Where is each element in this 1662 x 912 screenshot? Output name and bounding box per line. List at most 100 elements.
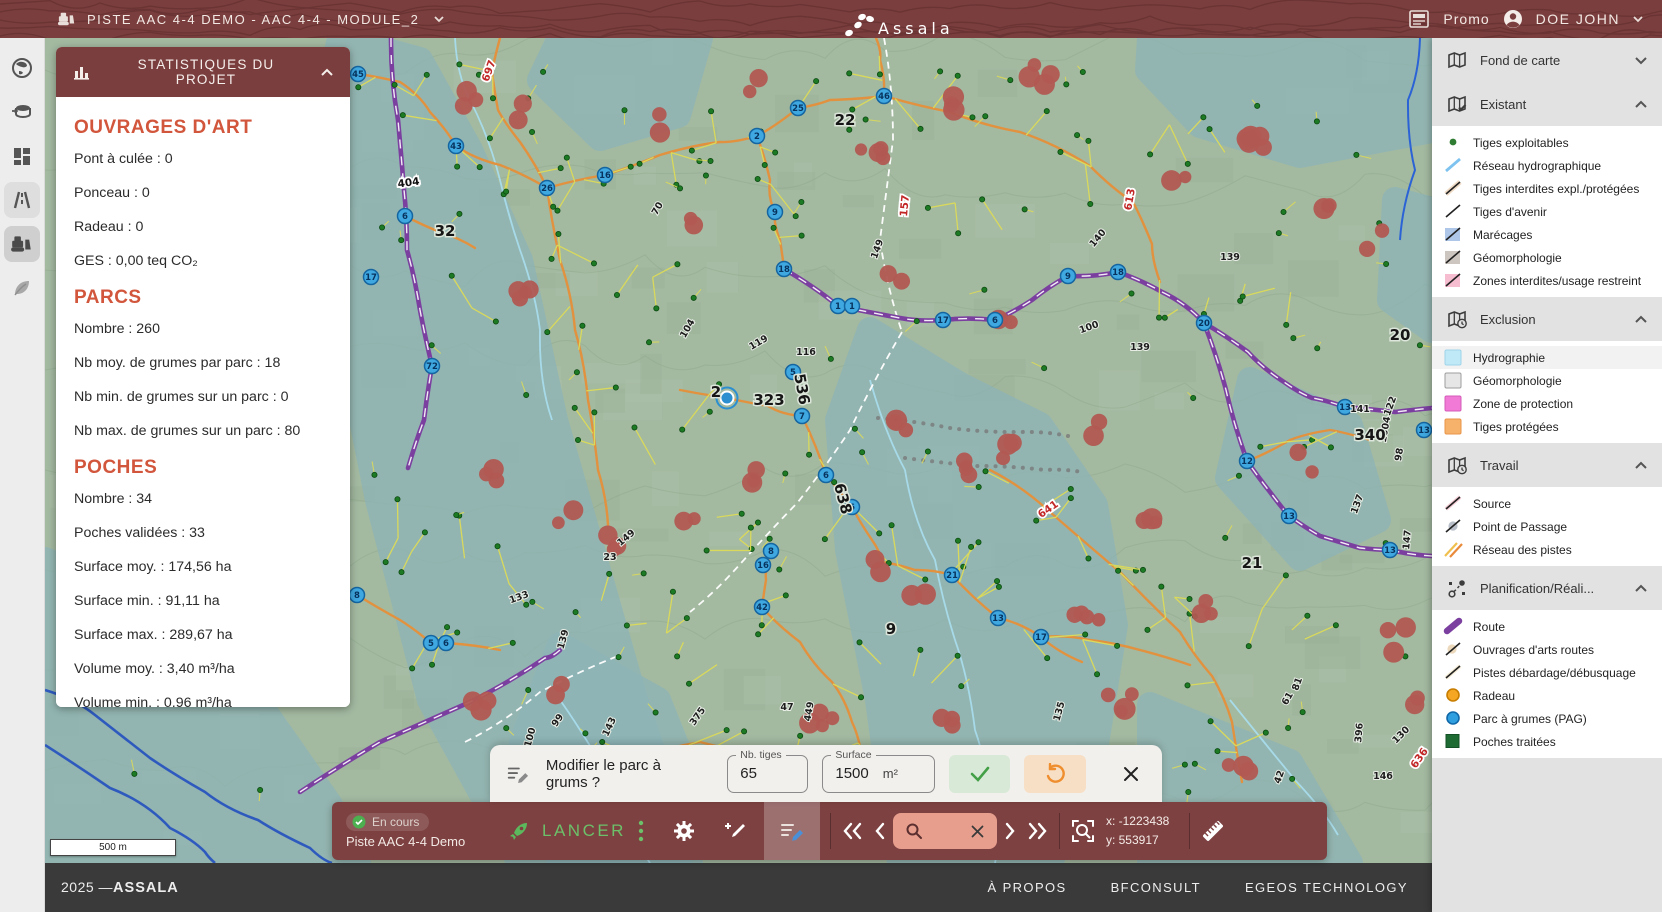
promo-news-icon[interactable] xyxy=(1407,8,1431,30)
parc-marker[interactable]: 1 xyxy=(831,299,846,314)
legend-item[interactable]: Hydrographie xyxy=(1432,346,1662,369)
stat-line: Poches validées : 33 xyxy=(74,525,332,541)
legend-item[interactable]: Radeau xyxy=(1432,684,1662,707)
dashboard-module-button[interactable] xyxy=(4,138,40,174)
parc-marker[interactable]: 20 xyxy=(1197,316,1212,331)
legend-group-existant[interactable]: Existant xyxy=(1432,82,1662,126)
legend-item[interactable]: Marécages xyxy=(1432,223,1662,246)
legend-group-exclusion[interactable]: Exclusion xyxy=(1432,297,1662,341)
footer-brand: ASSALA xyxy=(113,880,179,896)
parc-marker[interactable]: 9 xyxy=(768,205,783,220)
parc-marker[interactable]: 6 xyxy=(439,636,454,651)
parc-marker[interactable]: 6 xyxy=(819,468,834,483)
legend-item[interactable]: Géomorphologie xyxy=(1432,369,1662,392)
prev-item-button[interactable] xyxy=(873,822,885,840)
surface-field[interactable]: Surface 1500 m² xyxy=(822,755,934,793)
measure-button[interactable] xyxy=(1200,818,1226,844)
confirm-button[interactable] xyxy=(949,755,1011,793)
close-dialog-button[interactable] xyxy=(1116,764,1146,784)
parc-marker[interactable]: 12 xyxy=(1240,454,1255,469)
legend-item[interactable]: Tiges d'avenir xyxy=(1432,200,1662,223)
legend-group-planif[interactable]: Planification/Réali... xyxy=(1432,566,1662,610)
parc-marker[interactable]: 16 xyxy=(756,558,771,573)
parc-marker[interactable]: 8 xyxy=(764,544,779,559)
road-module-button[interactable] xyxy=(4,182,40,218)
svg-text:43: 43 xyxy=(450,142,462,152)
legend-item[interactable]: Parc à grumes (PAG) xyxy=(1432,707,1662,730)
parc-marker[interactable]: 7 xyxy=(795,409,810,424)
legend-group-fond[interactable]: Fond de carte xyxy=(1432,38,1662,82)
world-module-button[interactable] xyxy=(4,50,40,86)
launch-button[interactable]: LANCER xyxy=(508,820,626,842)
legend-item[interactable]: Route xyxy=(1432,615,1662,638)
legend-item[interactable]: Source xyxy=(1432,492,1662,515)
last-item-button[interactable] xyxy=(1027,822,1049,840)
parc-marker[interactable]: 46 xyxy=(877,89,892,104)
parc-marker[interactable]: 72 xyxy=(425,359,440,374)
legend-item[interactable]: Réseau hydrographique xyxy=(1432,154,1662,177)
parc-marker[interactable]: 9 xyxy=(1061,269,1076,284)
parc-marker[interactable]: 42 xyxy=(755,600,770,615)
tige-number-label: 147 xyxy=(1401,529,1414,550)
legend-item[interactable]: Poches traitées xyxy=(1432,730,1662,753)
footer-link[interactable]: BFCONSULT xyxy=(1111,880,1201,895)
legend-item[interactable]: Tiges exploitables xyxy=(1432,131,1662,154)
legend-item[interactable]: Tiges interdites expl./protégées xyxy=(1432,177,1662,200)
user-menu-chevron-icon[interactable] xyxy=(1632,15,1644,23)
parc-marker[interactable]: 13 xyxy=(1383,543,1398,558)
parc-marker[interactable]: 16 xyxy=(598,168,613,183)
zoom-selection-icon xyxy=(1070,818,1096,844)
zoom-to-feature-button[interactable] xyxy=(1070,818,1096,844)
edit-tool-active-button[interactable] xyxy=(764,802,820,860)
parc-marker[interactable]: 21 xyxy=(945,568,960,583)
parc-marker[interactable]: 6 xyxy=(398,209,413,224)
parc-marker[interactable]: 5 xyxy=(424,636,439,651)
parc-marker[interactable]: 2 xyxy=(750,129,765,144)
parc-marker[interactable]: 25 xyxy=(791,101,806,116)
parc-marker[interactable]: 6 xyxy=(988,313,1003,328)
first-item-button[interactable] xyxy=(841,822,863,840)
legend-item[interactable]: Tiges protégées xyxy=(1432,415,1662,438)
legend-item[interactable]: Zone de protection xyxy=(1432,392,1662,415)
legend-item[interactable]: Réseau des pistes xyxy=(1432,538,1662,561)
svg-text:8: 8 xyxy=(354,591,360,601)
project-selector[interactable]: PISTE AAC 4-4 DEMO - AAC 4-4 - MODULE_2 xyxy=(57,10,445,28)
stats-panel-header[interactable]: STATISTIQUES DU PROJET xyxy=(56,47,350,97)
legend-item[interactable]: Point de Passage xyxy=(1432,515,1662,538)
svg-text:16: 16 xyxy=(599,171,611,181)
parc-marker[interactable]: 13 xyxy=(1282,509,1297,524)
parc-marker[interactable]: 13 xyxy=(1417,423,1432,438)
legend-item[interactable]: Géomorphologie xyxy=(1432,246,1662,269)
legend-item[interactable]: Ouvrages d'arts routes xyxy=(1432,638,1662,661)
data-module-button[interactable] xyxy=(4,94,40,130)
more-options-button[interactable] xyxy=(638,820,644,842)
footer-link[interactable]: À PROPOS xyxy=(987,880,1066,895)
parc-marker[interactable]: 8 xyxy=(350,588,365,603)
legend-group-travail[interactable]: Travail xyxy=(1432,443,1662,487)
parc-marker[interactable]: 45 xyxy=(351,67,366,82)
parc-marker[interactable]: 43 xyxy=(449,139,464,154)
legend-item[interactable]: Pistes débardage/débusquage xyxy=(1432,661,1662,684)
leaf-module-button[interactable] xyxy=(4,270,40,306)
legend-item-label: Réseau hydrographique xyxy=(1473,159,1601,173)
nb-tiges-field[interactable]: Nb. tiges 65 xyxy=(727,755,808,793)
bulldozer-module-button[interactable] xyxy=(4,226,40,262)
parc-marker[interactable]: 17 xyxy=(936,313,951,328)
magic-edit-button[interactable] xyxy=(724,819,748,843)
parc-marker[interactable]: 17 xyxy=(364,270,379,285)
parc-marker[interactable]: 1 xyxy=(845,299,860,314)
footer-link[interactable]: EGEOS TECHNOLOGY xyxy=(1245,880,1408,895)
search-box[interactable] xyxy=(893,813,997,849)
reset-button[interactable] xyxy=(1024,755,1086,793)
parc-marker[interactable]: 18 xyxy=(777,262,792,277)
parc-marker[interactable]: 26 xyxy=(540,181,555,196)
svg-text:12: 12 xyxy=(1241,457,1253,467)
clear-search-icon[interactable] xyxy=(970,824,985,839)
next-item-button[interactable] xyxy=(1005,822,1017,840)
settings-button[interactable] xyxy=(672,819,696,843)
legend-item[interactable]: Zones interdites/usage restreint xyxy=(1432,269,1662,292)
parc-marker[interactable]: 17 xyxy=(1034,630,1049,645)
parc-marker[interactable]: 13 xyxy=(991,611,1006,626)
parc-marker[interactable]: 18 xyxy=(1111,265,1126,280)
nb-tiges-value: 65 xyxy=(740,765,757,782)
